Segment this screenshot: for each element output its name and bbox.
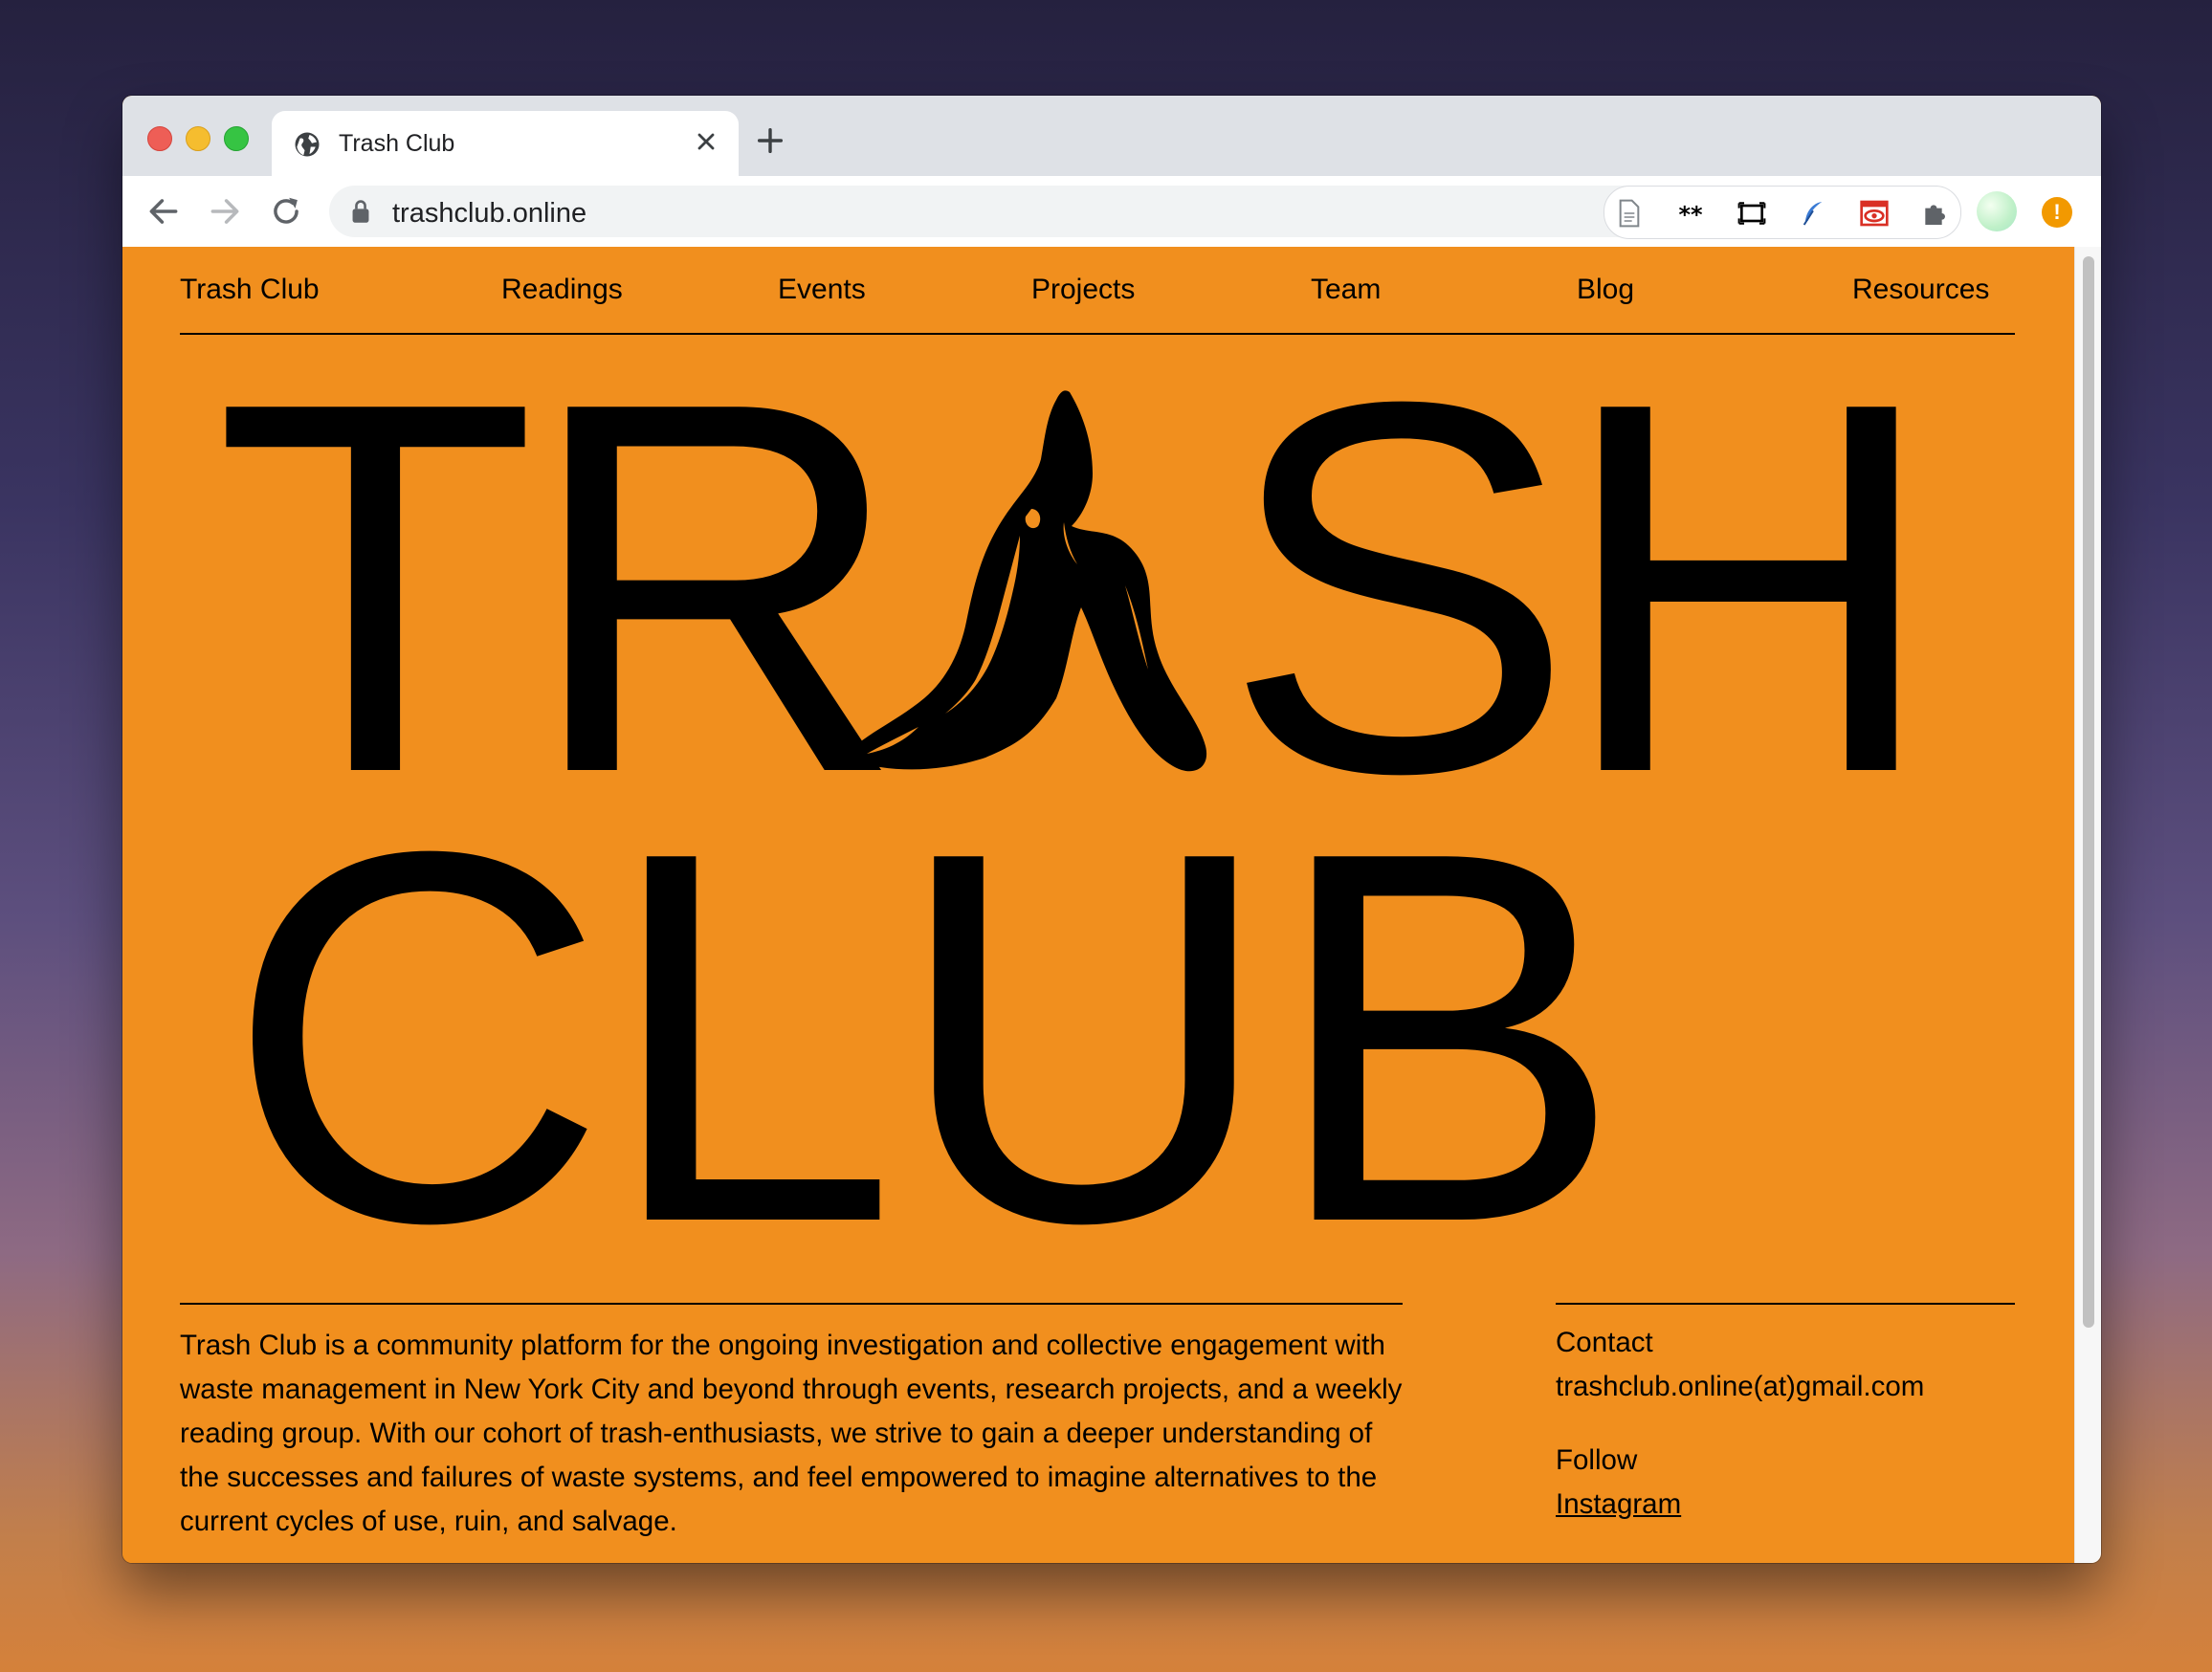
asterisks-extension-icon[interactable]: ** (1675, 198, 1706, 229)
screenshot-extension-icon[interactable] (1736, 198, 1767, 229)
globe-icon (295, 132, 320, 157)
scrollbar-thumb[interactable] (2083, 256, 2094, 1328)
url-text: trashclub.online (392, 198, 587, 229)
instagram-link-wrapper: Instagram (1556, 1488, 1681, 1521)
back-arrow-icon[interactable] (145, 193, 182, 230)
eye-extension-icon[interactable] (1859, 198, 1890, 229)
follow-heading: Follow (1556, 1444, 1638, 1476)
puzzle-extensions-icon[interactable] (1920, 198, 1951, 229)
new-tab-icon[interactable] (754, 124, 786, 157)
nav-item-projects[interactable]: Projects (1031, 274, 1135, 306)
forward-arrow-icon[interactable] (207, 193, 243, 230)
browser-window: Trash Club trashclub.online ** ! Trash C… (122, 96, 2101, 1563)
banana-peel-icon (851, 390, 1207, 772)
contact-email[interactable]: trashclub.online(at)gmail.com (1556, 1371, 1924, 1403)
minimize-window-button[interactable] (186, 126, 210, 151)
extensions-area: ** (1604, 186, 1961, 239)
tab-title: Trash Club (339, 130, 455, 157)
about-divider (180, 1303, 1403, 1305)
hero-word-club: CLUB (226, 741, 1623, 1331)
alert-icon[interactable]: ! (2042, 197, 2072, 228)
reload-icon[interactable] (268, 193, 304, 230)
sidebar-divider (1556, 1303, 2015, 1305)
close-icon[interactable] (693, 128, 719, 155)
page-content: Trash Club Readings Events Projects Team… (122, 247, 2074, 1563)
about-text: Trash Club is a community platform for t… (180, 1330, 1403, 1537)
profile-avatar[interactable] (1977, 191, 2017, 231)
lock-icon (352, 200, 369, 223)
instagram-link[interactable]: Instagram (1556, 1488, 1681, 1520)
contact-heading: Contact (1556, 1327, 1653, 1358)
close-window-button[interactable] (147, 126, 172, 151)
scrollbar[interactable] (2074, 247, 2101, 1563)
browser-toolbar: trashclub.online ** ! (122, 176, 2101, 248)
document-extension-icon[interactable] (1614, 198, 1645, 229)
svg-text:**: ** (1678, 201, 1703, 228)
feather-extension-icon[interactable] (1798, 198, 1828, 229)
maximize-window-button[interactable] (224, 126, 249, 151)
tab-bar: Trash Club (122, 96, 2101, 176)
tab-trash-club[interactable]: Trash Club (272, 111, 739, 176)
address-bar[interactable]: trashclub.online (329, 186, 1707, 237)
